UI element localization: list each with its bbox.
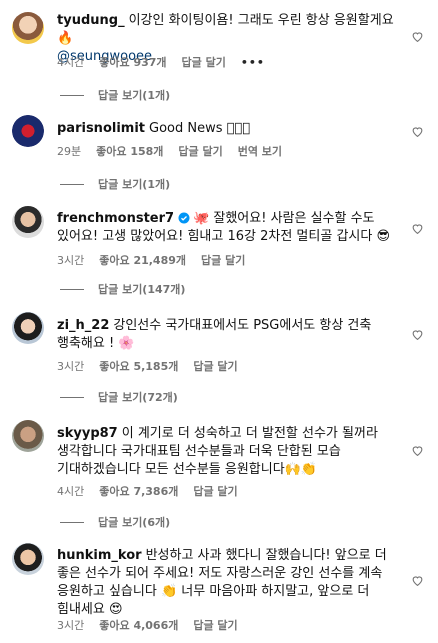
likes-count[interactable]: 좋아요 937개: [99, 56, 166, 69]
avatar[interactable]: [12, 420, 44, 452]
avatar[interactable]: [12, 115, 44, 147]
username[interactable]: parisnolimit: [57, 121, 145, 136]
username[interactable]: skyyp87: [57, 426, 118, 441]
reply-button[interactable]: 답글 달기: [193, 619, 237, 632]
avatar[interactable]: [12, 312, 44, 344]
username[interactable]: zi_h_22: [57, 318, 109, 333]
timestamp: 29분: [57, 145, 82, 158]
likes-count[interactable]: 좋아요 7,386개: [99, 485, 178, 498]
view-replies-button[interactable]: 답글 보기(147개): [60, 281, 185, 297]
divider: [60, 183, 84, 185]
username[interactable]: frenchmonster7: [57, 211, 174, 226]
heart-icon[interactable]: [411, 125, 424, 138]
avatar[interactable]: [12, 206, 44, 238]
divider: [60, 521, 84, 523]
likes-count[interactable]: 좋아요 4,066개: [99, 619, 178, 632]
avatar[interactable]: [12, 12, 44, 44]
divider: [60, 94, 84, 96]
likes-count[interactable]: 좋아요 158개: [96, 145, 163, 158]
username[interactable]: tyudung_: [57, 13, 125, 28]
heart-icon[interactable]: [411, 444, 424, 457]
timestamp: 4시간: [57, 56, 85, 69]
likes-count[interactable]: 좋아요 5,185개: [99, 360, 178, 373]
likes-count[interactable]: 좋아요 21,489개: [99, 254, 186, 267]
translate-button[interactable]: 번역 보기: [238, 145, 282, 158]
divider: [60, 288, 84, 290]
reply-button[interactable]: 답글 달기: [193, 485, 237, 498]
verified-badge-icon: [178, 212, 190, 224]
heart-icon[interactable]: [411, 30, 424, 43]
view-replies-button[interactable]: 답글 보기(1개): [60, 87, 170, 103]
divider: [60, 396, 84, 398]
view-replies-button[interactable]: 답글 보기(72개): [60, 389, 178, 405]
reply-button[interactable]: 답글 달기: [201, 254, 245, 267]
reply-button[interactable]: 답글 달기: [182, 56, 226, 69]
view-replies-button[interactable]: 답글 보기(6개): [60, 514, 170, 530]
view-replies-button[interactable]: 답글 보기(1개): [60, 176, 170, 192]
reply-button[interactable]: 답글 달기: [193, 360, 237, 373]
heart-icon[interactable]: [411, 328, 424, 341]
heart-icon[interactable]: [411, 222, 424, 235]
timestamp: 3시간: [57, 254, 85, 267]
timestamp: 3시간: [57, 619, 85, 632]
username[interactable]: hunkim_kor: [57, 548, 142, 563]
timestamp: 3시간: [57, 360, 85, 373]
avatar[interactable]: [12, 543, 44, 575]
reply-button[interactable]: 답글 달기: [178, 145, 222, 158]
timestamp: 4시간: [57, 485, 85, 498]
more-options-icon[interactable]: •••: [241, 56, 265, 69]
comment-text: Good News 🏻🏻🏻: [149, 121, 251, 136]
heart-icon[interactable]: [411, 574, 424, 587]
